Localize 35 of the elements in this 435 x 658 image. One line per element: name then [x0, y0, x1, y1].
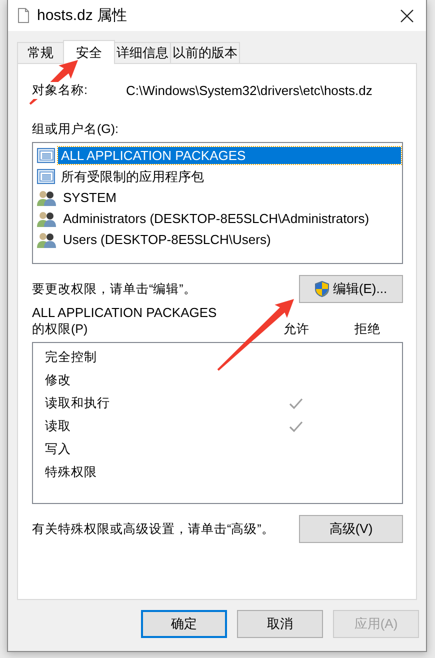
tab[interactable]: 安全 — [63, 40, 115, 64]
group-item[interactable]: ALL APPLICATION PACKAGES — [58, 147, 401, 164]
shield-icon — [314, 281, 329, 297]
permission-name: 特殊权限 — [45, 464, 98, 481]
group-item[interactable]: 所有受限制的应用程序包 — [58, 166, 207, 186]
permission-name: 读取和执行 — [45, 395, 111, 412]
permission-name: 完全控制 — [45, 349, 98, 366]
close-icon[interactable] — [400, 8, 414, 22]
dialog-button[interactable]: 确定 — [141, 610, 227, 638]
permission-name: 修改 — [45, 372, 72, 389]
tab[interactable]: 以前的版本 — [170, 42, 240, 63]
users-icon — [37, 232, 57, 248]
advanced-hint: 有关特殊权限或高级设置，请单击“高级”。 — [32, 520, 274, 538]
file-icon — [18, 8, 29, 23]
permissions-title: ALL APPLICATION PACKAGES — [32, 304, 218, 321]
permission-name: 写入 — [45, 441, 72, 458]
groups-label: 组或用户名(G): — [32, 120, 120, 138]
edit-hint: 要更改权限，请单击“编辑”。 — [32, 280, 196, 298]
advanced-button[interactable]: 高级(V) — [299, 515, 403, 543]
object-name-value: C:\Windows\System32\drivers\etc\hosts.dz — [126, 82, 372, 98]
tab[interactable]: 常规 — [17, 42, 64, 63]
users-icon — [37, 210, 57, 226]
users-icon — [37, 190, 57, 206]
permission-name: 读取 — [45, 418, 72, 435]
permissions-label: 的权限(P) — [32, 321, 89, 338]
package-icon — [37, 148, 55, 163]
column-header: 拒绝 — [354, 321, 382, 338]
group-item[interactable]: Users (DESKTOP-8E5SLCH\Users) — [60, 231, 274, 248]
package-icon — [37, 169, 55, 184]
dialog-button[interactable]: 取消 — [237, 610, 323, 638]
group-item[interactable]: SYSTEM — [60, 189, 120, 206]
column-header: 允许 — [282, 321, 310, 338]
edit-button[interactable]: 编辑(E)... — [299, 275, 403, 303]
window-title: hosts.dz 属性 — [37, 6, 128, 25]
group-item[interactable]: Administrators (DESKTOP-8E5SLCH\Administrators) — [60, 210, 372, 227]
